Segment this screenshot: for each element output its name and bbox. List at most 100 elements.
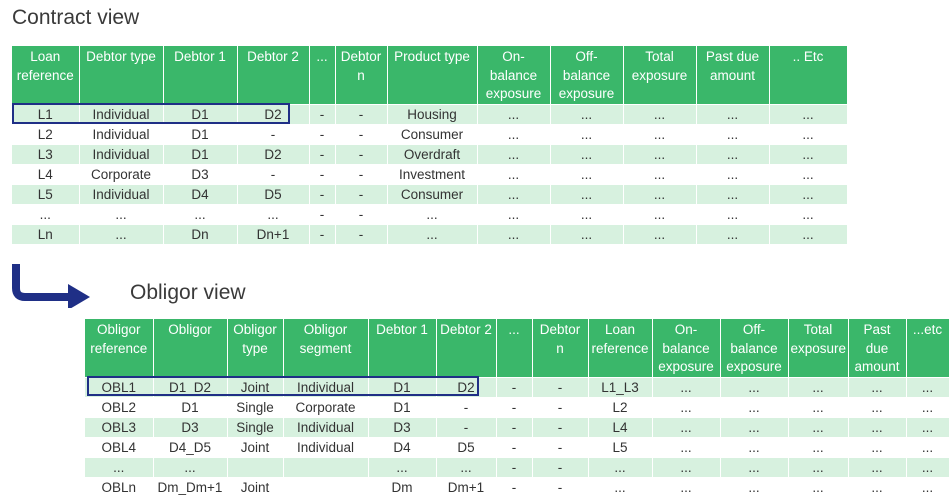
table-cell: ... <box>477 203 551 224</box>
contract-column-header: Debtor type <box>79 46 164 104</box>
table-cell: - <box>496 436 533 457</box>
table-cell: ... <box>550 183 624 204</box>
obligor-column-header: On-balance exposure <box>652 319 721 377</box>
table-cell: ... <box>906 456 950 477</box>
table-cell: D4 <box>368 436 437 457</box>
table-cell: D1 <box>163 123 238 144</box>
table-cell: ... <box>652 476 721 497</box>
contract-column-header: Off-balance exposure <box>550 46 624 104</box>
table-cell: ... <box>163 203 238 224</box>
table-cell: D3 <box>163 163 238 184</box>
table-cell: ... <box>623 223 697 244</box>
table-cell: ... <box>368 456 437 477</box>
table-cell: ... <box>652 456 721 477</box>
table-cell: Individual <box>283 376 369 397</box>
table-cell: - <box>496 396 533 417</box>
table-cell: ... <box>623 183 697 204</box>
table-cell: OBL3 <box>85 416 154 437</box>
contract-header-row: Loan reference Debtor type Debtor 1 Debtor … <box>12 46 848 104</box>
table-cell: Investment <box>387 163 478 184</box>
table-cell: - <box>335 223 388 244</box>
obligor-column-header: ...etc <box>906 319 950 377</box>
table-cell: ... <box>788 476 849 497</box>
table-cell: ... <box>769 183 848 204</box>
table-cell: OBL1 <box>85 376 154 397</box>
table-cell: ... <box>769 123 848 144</box>
table-cell: ... <box>588 456 653 477</box>
obligor-column-header: Obligor type <box>227 319 284 377</box>
obligor-view-title: Obligor view <box>130 281 246 304</box>
table-cell: ... <box>769 163 848 184</box>
table-cell: ... <box>79 203 164 224</box>
table-row: L4 Corporate D3- - - Investment..............… <box>12 163 848 184</box>
table-cell: ... <box>652 376 721 397</box>
table-cell: Dm+1 <box>436 476 497 497</box>
table-cell: Consumer <box>387 183 478 204</box>
table-cell: ... <box>720 436 789 457</box>
contract-column-header: Loan reference <box>12 46 80 104</box>
table-cell: ... <box>623 123 697 144</box>
table-cell: Individual <box>79 183 164 204</box>
obligor-column-header: Debtor 2 <box>436 319 497 377</box>
table-cell: L2 <box>12 123 80 144</box>
obligor-column-header: Obligor segment <box>283 319 369 377</box>
table-cell: Single <box>227 396 284 417</box>
table-cell: ... <box>387 223 478 244</box>
table-cell: ... <box>696 223 770 244</box>
obligor-column-header: Obligor <box>153 319 228 377</box>
table-cell: ... <box>477 183 551 204</box>
table-cell: ... <box>623 143 697 164</box>
table-cell: Housing <box>387 103 478 124</box>
table-cell: D5 <box>436 436 497 457</box>
table-cell: Individual <box>79 143 164 164</box>
table-row: OBL1 D1_D2 Joint Individual D1 D2- - L1_L3.....… <box>85 376 950 397</box>
table-cell: ... <box>550 223 624 244</box>
table-row: ............ - -.................. <box>12 203 848 224</box>
table-cell: ... <box>769 203 848 224</box>
table-cell <box>227 456 284 477</box>
table-cell: ... <box>85 456 154 477</box>
table-cell: ... <box>848 456 907 477</box>
obligor-column-header: Obligor reference <box>85 319 154 377</box>
table-cell: - <box>309 103 336 124</box>
table-cell: ... <box>652 436 721 457</box>
table-cell: ... <box>848 376 907 397</box>
table-cell: D2 <box>237 103 310 124</box>
table-cell: ... <box>550 163 624 184</box>
table-cell: ... <box>153 456 228 477</box>
contract-column-header: Debtor 1 <box>163 46 238 104</box>
table-cell: ... <box>788 376 849 397</box>
obligor-column-header: Past due amount <box>848 319 907 377</box>
obligor-column-header: Debtor n <box>532 319 589 377</box>
table-cell: D1_D2 <box>153 376 228 397</box>
table-cell: D1 <box>163 143 238 164</box>
table-cell: - <box>309 203 336 224</box>
table-cell: D4 <box>163 183 238 204</box>
table-cell: Ln <box>12 223 80 244</box>
table-cell: ... <box>848 396 907 417</box>
table-cell: ... <box>769 223 848 244</box>
contract-column-header: On-balance exposure <box>477 46 551 104</box>
table-cell: ... <box>477 143 551 164</box>
table-cell: D1 <box>153 396 228 417</box>
table-row: ............ - -.................. <box>85 456 950 477</box>
table-cell: ... <box>477 103 551 124</box>
table-cell: ... <box>623 103 697 124</box>
table-cell: - <box>532 456 589 477</box>
table-cell: L2 <box>588 396 653 417</box>
table-cell: ... <box>436 456 497 477</box>
table-cell: ... <box>588 476 653 497</box>
table-cell: - <box>237 123 310 144</box>
table-cell: Individual <box>283 416 369 437</box>
table-row: OBL2 D1 Single Corporate D1- - - L2............… <box>85 396 950 417</box>
table-cell: ... <box>906 476 950 497</box>
table-row: L3 Individual D1 D2- - Overdraft.............… <box>12 143 848 164</box>
table-row: L1 Individual D1 D2- - Housing............... <box>12 103 848 124</box>
table-cell: ... <box>696 203 770 224</box>
obligor-column-header: Loan reference <box>588 319 653 377</box>
table-cell: ... <box>550 123 624 144</box>
table-cell: - <box>335 163 388 184</box>
obligor-column-header: Debtor 1 <box>368 319 437 377</box>
table-cell: D2 <box>436 376 497 397</box>
table-cell: Individual <box>79 123 164 144</box>
